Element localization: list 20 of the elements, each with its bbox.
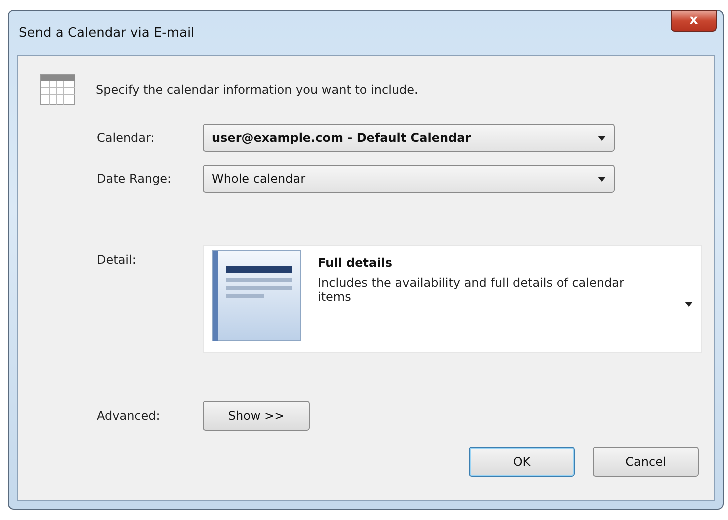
caret-icon — [598, 136, 606, 140]
close-button[interactable]: x — [671, 10, 717, 32]
field-label: Calendar: — [97, 131, 156, 145]
field-label: Advanced: — [97, 409, 162, 423]
instruction-text: Specify the calendar information you want to include. — [96, 83, 418, 97]
caret-icon — [598, 176, 606, 182]
calendar-icon — [40, 74, 76, 106]
field-label: Detail: — [97, 253, 138, 267]
detail-description: Includes the availability and full details of calendar items — [318, 276, 626, 304]
field-label: Date Range: — [97, 172, 173, 186]
dialog-button[interactable]: OK — [469, 447, 575, 477]
detail-title: Full details — [318, 256, 394, 270]
show-button[interactable]: Show >> — [203, 401, 310, 431]
detail-dropdown[interactable]: Full details Includes the availability and full details of calendar items — [203, 245, 702, 353]
caret-icon — [685, 302, 693, 306]
window-title: Send a Calendar via E-mail — [19, 26, 195, 40]
dropdown[interactable]: user@example.com - Default Calendar — [203, 124, 615, 152]
dropdown[interactable]: Whole calendar — [203, 165, 615, 193]
dialog-button[interactable]: Cancel — [593, 447, 699, 477]
document-icon — [212, 250, 302, 342]
